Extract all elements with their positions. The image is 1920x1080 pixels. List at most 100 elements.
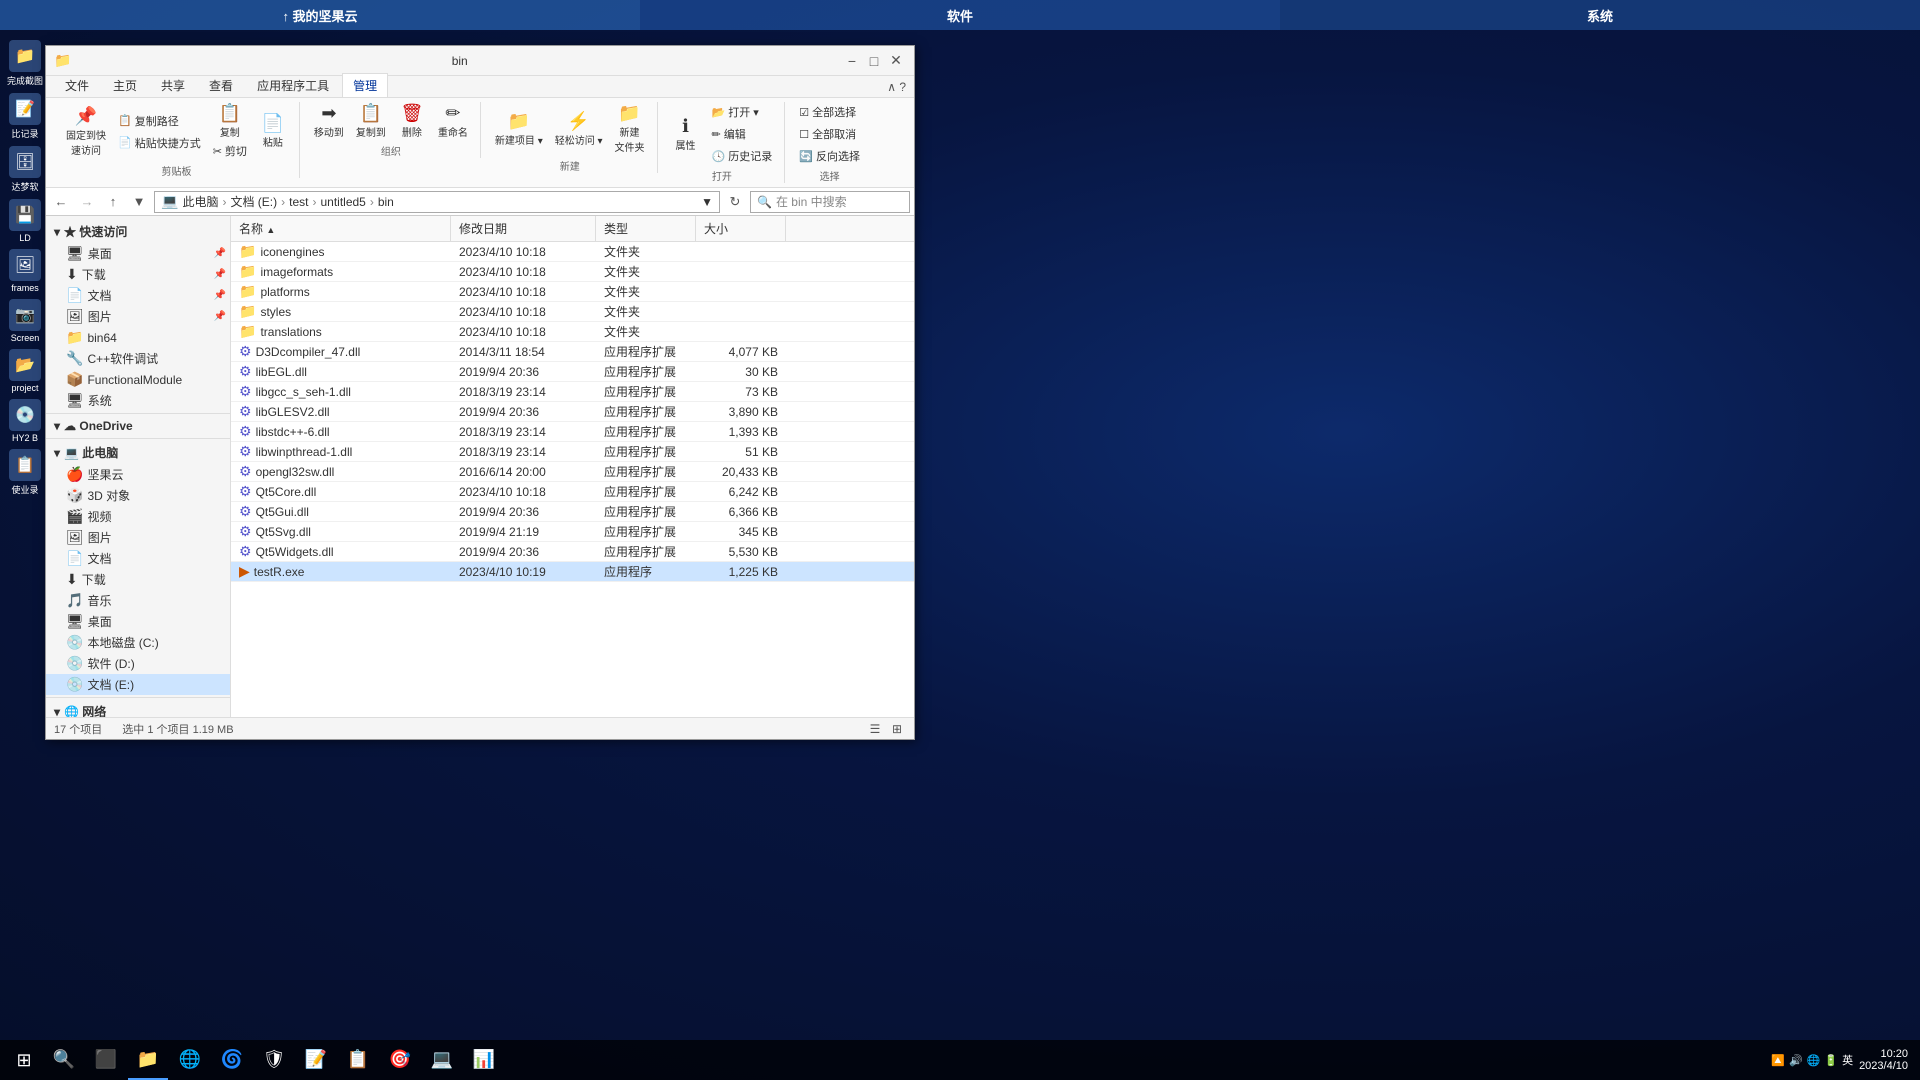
file-row-11[interactable]: ⚙ opengl32sw.dll 2016/6/14 20:00 应用程序扩展 … [231,462,914,482]
taskbar-search[interactable]: 🔍 [44,1040,84,1080]
nav-item-functional[interactable]: 📦 FunctionalModule [46,369,230,390]
top-taskbar-jianguoyun[interactable]: ↑ 我的坚果云 [0,0,640,30]
nav-item-downloads[interactable]: ⬇ 下载 [46,569,230,590]
view-large-icons-button[interactable]: ⊞ [888,720,906,738]
nav-item-d-drive[interactable]: 💿 软件 (D:) [46,653,230,674]
nav-item-e-drive[interactable]: 💿 文档 (E:) [46,674,230,695]
file-row-6[interactable]: ⚙ libEGL.dll 2019/9/4 20:36 应用程序扩展 30 KB [231,362,914,382]
btn-edit[interactable]: ✏编辑 [708,124,777,144]
nav-item-music[interactable]: 🎵 音乐 [46,590,230,611]
file-row-14[interactable]: ⚙ Qt5Svg.dll 2019/9/4 21:19 应用程序扩展 345 K… [231,522,914,542]
taskbar-app2[interactable]: 📊 [464,1040,504,1080]
col-header-type[interactable]: 类型 [596,216,696,241]
file-row-4[interactable]: 📁 translations 2023/4/10 10:18 文件夹 [231,322,914,342]
btn-cut[interactable]: ✂剪切 [209,141,251,161]
btn-rename[interactable]: ✏ 重命名 [434,102,472,141]
file-row-8[interactable]: ⚙ libGLESV2.dll 2019/9/4 20:36 应用程序扩展 3,… [231,402,914,422]
desktop-icon-screen[interactable]: 📷 Screen [1,299,49,343]
file-row-13[interactable]: ⚙ Qt5Gui.dll 2019/9/4 20:36 应用程序扩展 6,366… [231,502,914,522]
col-header-date[interactable]: 修改日期 [451,216,596,241]
close-button[interactable]: ✕ [886,51,906,71]
desktop-icon-jieguotu[interactable]: 📁 完成截图 [1,40,49,87]
nav-item-desktop[interactable]: 🖥 桌面 📌 [46,243,230,264]
btn-move-to[interactable]: ➡ 移动到 [310,102,348,141]
address-path[interactable]: 💻 此电脑 › 文档 (E:) › test › untitled5 › bin… [154,191,720,213]
taskbar-edge[interactable]: 🌀 [212,1040,252,1080]
file-row-9[interactable]: ⚙ libstdc++-6.dll 2018/3/19 23:14 应用程序扩展… [231,422,914,442]
systray-volume[interactable]: 🔊 [1789,1054,1803,1067]
path-bin[interactable]: bin [378,195,394,209]
nav-up-button[interactable]: ↑ [102,191,124,213]
nav-section-quick-access[interactable]: ▾ ★ 快速访问 [46,220,230,243]
desktop-icon-project[interactable]: 📂 project [1,349,49,393]
tab-home[interactable]: 主页 [102,73,148,97]
view-details-button[interactable]: ☰ [866,720,884,738]
desktop-icon-bijilu[interactable]: 📝 比记录 [1,93,49,140]
ribbon-collapse[interactable]: ∧ ? [887,80,906,97]
desktop-icon-hy2b[interactable]: 💿 HY2 B [1,399,49,443]
file-row-10[interactable]: ⚙ libwinpthread-1.dll 2018/3/19 23:14 应用… [231,442,914,462]
btn-copy-path[interactable]: 📋复制路径 [114,111,205,131]
nav-item-desktop2[interactable]: 🖥 桌面 [46,611,230,632]
btn-paste-shortcut[interactable]: 📄粘贴快捷方式 [114,133,205,153]
systray-language[interactable]: 英 [1842,1052,1853,1068]
file-row-0[interactable]: 📁 iconengines 2023/4/10 10:18 文件夹 [231,242,914,262]
tab-manage[interactable]: 管理 [342,73,388,97]
path-pc[interactable]: 此电脑 [182,193,218,210]
btn-new-item[interactable]: 📁 新建项目 ▾ [491,110,547,149]
nav-item-system[interactable]: 🖥 系统 [46,390,230,411]
nav-item-pics[interactable]: 🖼 图片 [46,527,230,548]
desktop-icon-dameng[interactable]: 🗄 达梦软 [1,146,49,193]
systray-network[interactable]: 🌐 [1807,1054,1821,1067]
nav-back-button[interactable]: ← [50,191,72,213]
minimize-button[interactable]: − [842,51,862,71]
btn-select-all[interactable]: ☑全部选择 [795,102,864,122]
taskbar-clipboard[interactable]: 📋 [338,1040,378,1080]
systray-battery[interactable]: 🔋 [1824,1054,1838,1067]
col-header-size[interactable]: 大小 [696,216,786,241]
nav-item-c-drive[interactable]: 💿 本地磁盘 (C:) [46,632,230,653]
nav-item-docs[interactable]: 📄 文档 📌 [46,285,230,306]
btn-properties[interactable]: ℹ 属性 [668,115,704,154]
start-button[interactable]: ⊞ [4,1040,44,1080]
file-row-12[interactable]: ⚙ Qt5Core.dll 2023/4/10 10:18 应用程序扩展 6,2… [231,482,914,502]
taskbar-terminal[interactable]: 💻 [422,1040,462,1080]
btn-open[interactable]: 📂打开 ▾ [708,102,777,122]
top-taskbar-system[interactable]: 系统 [1280,0,1920,30]
btn-invert-selection[interactable]: 🔄反向选择 [795,146,864,166]
systray-arrow[interactable]: 🔼 [1771,1054,1785,1067]
taskbar-app1[interactable]: 🎯 [380,1040,420,1080]
nav-item-3d[interactable]: 🎲 3D 对象 [46,485,230,506]
nav-item-pictures[interactable]: 🖼 图片 📌 [46,306,230,327]
file-row-3[interactable]: 📁 styles 2023/4/10 10:18 文件夹 [231,302,914,322]
desktop-icon-frames[interactable]: 🖼 frames [1,249,49,293]
btn-delete[interactable]: 🗑 删除 [394,102,430,141]
btn-history[interactable]: 🕓历史记录 [708,146,777,166]
tab-share[interactable]: 共享 [150,73,196,97]
nav-recent-button[interactable]: ▼ [128,191,150,213]
path-doc[interactable]: 文档 (E:) [230,193,277,210]
taskbar-security[interactable]: 🛡 [254,1040,294,1080]
search-bar[interactable]: 🔍 在 bin 中搜索 [750,191,910,213]
tab-view[interactable]: 查看 [198,73,244,97]
btn-pin-to-quick-access[interactable]: 📌 固定到快速访问 [62,105,110,159]
tab-apptools[interactable]: 应用程序工具 [246,73,340,97]
nav-item-download[interactable]: ⬇ 下载 📌 [46,264,230,285]
file-row-2[interactable]: 📁 platforms 2023/4/10 10:18 文件夹 [231,282,914,302]
taskbar-explorer[interactable]: 📁 [128,1040,168,1080]
file-row-5[interactable]: ⚙ D3Dcompiler_47.dll 2014/3/11 18:54 应用程… [231,342,914,362]
file-row-1[interactable]: 📁 imageformats 2023/4/10 10:18 文件夹 [231,262,914,282]
btn-paste[interactable]: 📄 粘贴 [255,112,291,151]
top-taskbar-software[interactable]: 软件 [640,0,1280,30]
btn-deselect-all[interactable]: ☐全部取消 [795,124,864,144]
nav-item-bin64[interactable]: 📁 bin64 [46,327,230,348]
file-row-7[interactable]: ⚙ libgcc_s_seh-1.dll 2018/3/19 23:14 应用程… [231,382,914,402]
col-header-name[interactable]: 名称 ▲ [231,216,451,241]
desktop-icon-ld[interactable]: 💾 LD [1,199,49,243]
taskbar-typora[interactable]: 📝 [296,1040,336,1080]
maximize-button[interactable]: □ [864,51,884,71]
path-test[interactable]: test [289,195,308,209]
btn-new-folder[interactable]: 📁 新建文件夹 [611,102,649,156]
nav-item-jianguoyun[interactable]: 🍎 坚果云 [46,464,230,485]
btn-easy-access[interactable]: ⚡ 轻松访问 ▾ [551,110,607,149]
